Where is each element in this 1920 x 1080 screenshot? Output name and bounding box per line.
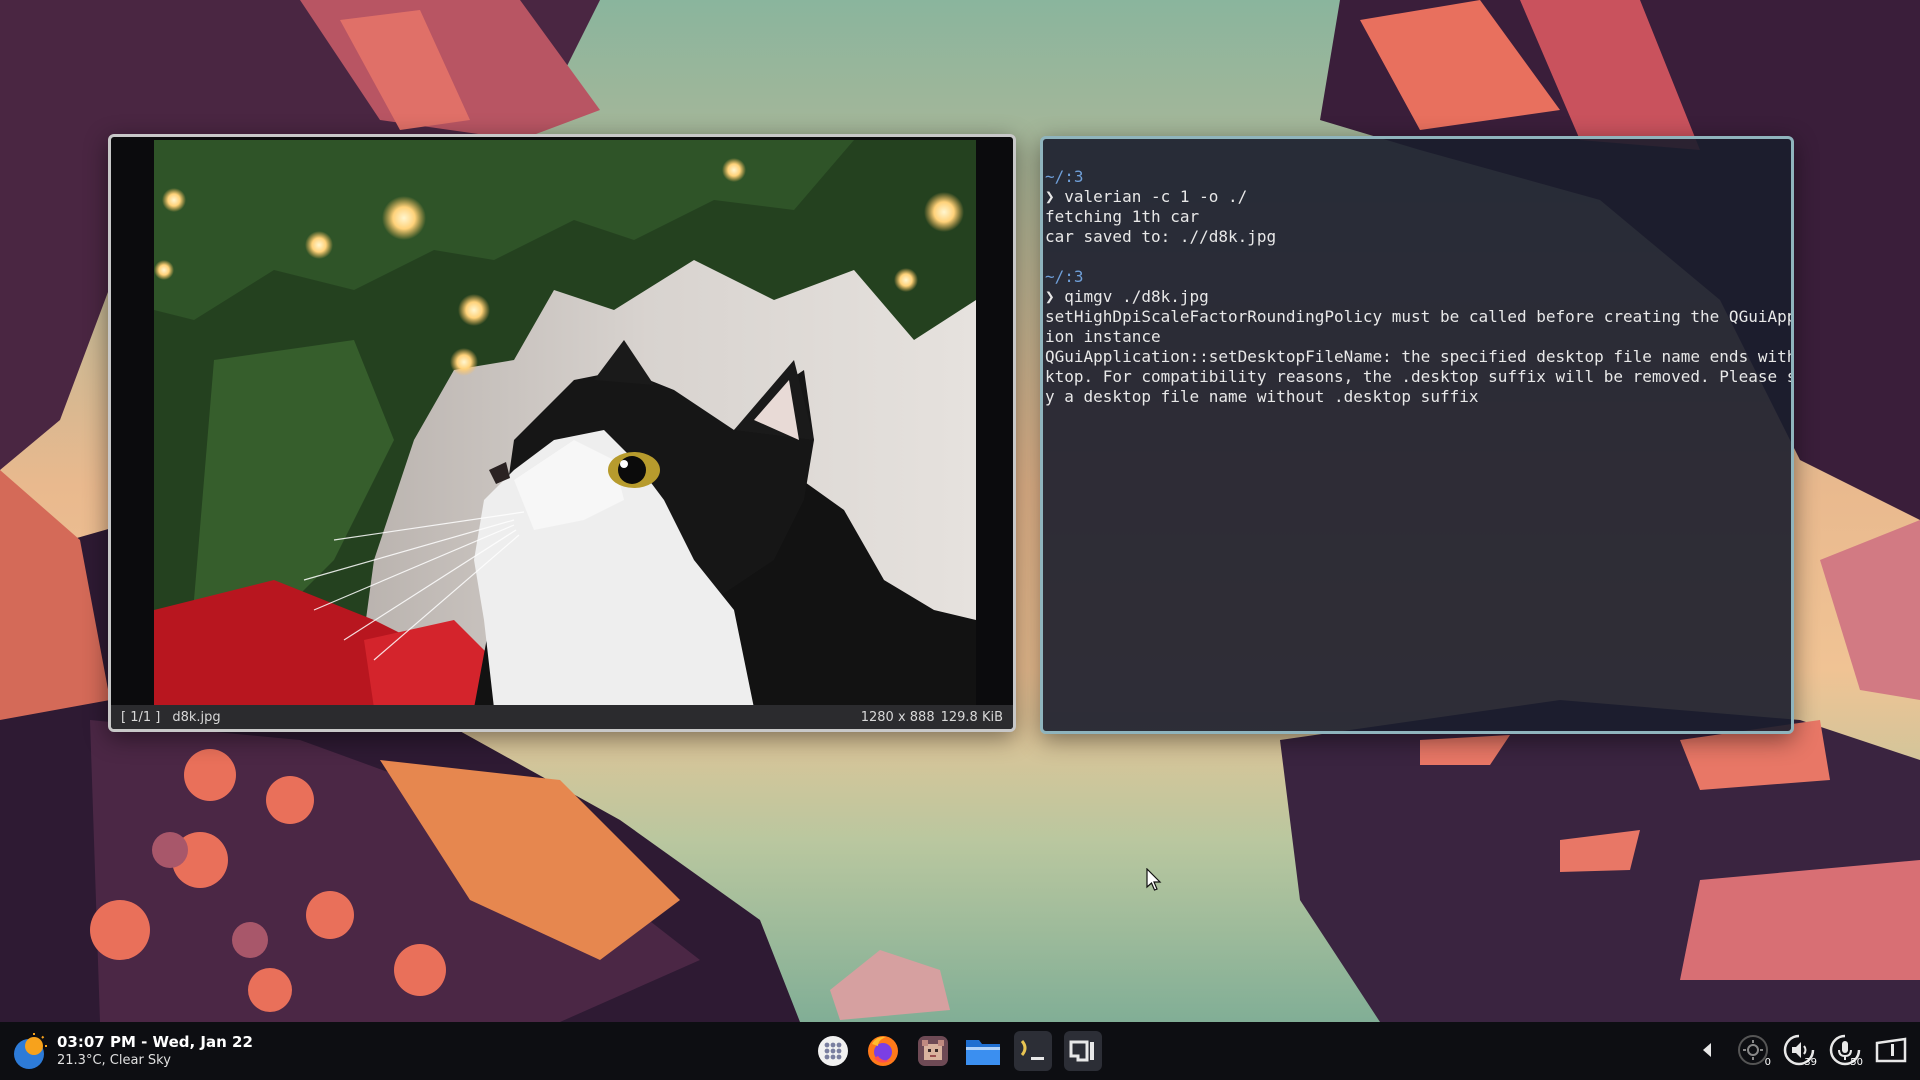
notifications-panel-icon[interactable] [1872, 1030, 1910, 1070]
volume-value: 39 [1804, 1057, 1817, 1068]
prompt-directory: ~/:3 [1045, 267, 1084, 286]
terminal-output-line: ktop. For compatibility reasons, the .de… [1045, 367, 1794, 386]
terminal-prompt-dir: ~/:3 [1045, 167, 1791, 187]
terminal-output-line: fetching 1th car [1045, 207, 1200, 226]
terminal-output-line: QGuiApplication::setDesktopFileName: the… [1045, 347, 1794, 366]
brightness-value: 0 [1764, 1057, 1771, 1068]
command-text: qimgv ./d8k.jpg [1064, 287, 1209, 306]
image-index: [ 1/1 ] [121, 709, 161, 725]
clock-text: 03:07 PM - Wed, Jan 22 [57, 1033, 253, 1051]
mouse-cursor-icon [1146, 868, 1162, 891]
prompt-directory: ~/:3 [1045, 167, 1084, 186]
weather-clock-widget[interactable]: 03:07 PM - Wed, Jan 22 21.3°C, Clear Sky [10, 1032, 253, 1070]
image-viewer-window[interactable]: [ 1/1 ] d8k.jpg 1280 x 888 129.8 KiB [108, 134, 1016, 732]
terminal-icon[interactable] [1014, 1031, 1052, 1071]
image-viewer-icon[interactable] [1064, 1031, 1102, 1071]
terminal-output-line: ion instance [1045, 327, 1161, 346]
taskbar: 03:07 PM - Wed, Jan 22 21.3°C, Clear Sky [0, 1022, 1920, 1080]
image-filesize: 129.8 KiB [940, 709, 1003, 725]
tray-expand-arrow-icon[interactable] [1688, 1030, 1726, 1070]
brightness-icon[interactable]: 0 [1734, 1030, 1772, 1070]
pixel-avatar-app-icon[interactable] [914, 1031, 952, 1071]
viewer-status-bar: [ 1/1 ] d8k.jpg 1280 x 888 129.8 KiB [111, 705, 1013, 729]
prompt-arrow-icon: ❯ [1045, 287, 1065, 306]
firefox-icon[interactable] [864, 1031, 902, 1071]
terminal-window[interactable]: ~/:3 ❯ valerian -c 1 -o ./fetching 1th ca… [1040, 136, 1794, 734]
microphone-icon[interactable]: 50 [1826, 1030, 1864, 1070]
image-filename: d8k.jpg [172, 709, 221, 725]
volume-icon[interactable]: 39 [1780, 1030, 1818, 1070]
dock [814, 1031, 1102, 1071]
terminal-output-line: setHighDpiScaleFactorRoundingPolicy must… [1045, 307, 1794, 326]
weather-text: 21.3°C, Clear Sky [57, 1053, 171, 1068]
file-manager-icon[interactable] [964, 1031, 1002, 1071]
system-tray: 0 39 50 [1688, 1030, 1910, 1070]
weather-sun-icon [14, 1033, 47, 1069]
terminal-prompt-dir: ~/:3 [1045, 267, 1791, 287]
image-dimensions: 1280 x 888 [860, 709, 935, 725]
terminal-output-line: y a desktop file name without .desktop s… [1045, 387, 1479, 406]
command-text: valerian -c 1 -o ./ [1064, 187, 1248, 206]
terminal-output-line: car saved to: .//d8k.jpg [1045, 227, 1277, 246]
cat-photo [154, 140, 976, 708]
terminal-command-line: ❯ qimgv ./d8k.jpg [1045, 287, 1791, 307]
terminal-command-line: ❯ valerian -c 1 -o ./ [1045, 187, 1791, 207]
prompt-arrow-icon: ❯ [1045, 187, 1065, 206]
app-launcher-icon[interactable] [814, 1031, 852, 1071]
microphone-value: 50 [1850, 1057, 1863, 1068]
